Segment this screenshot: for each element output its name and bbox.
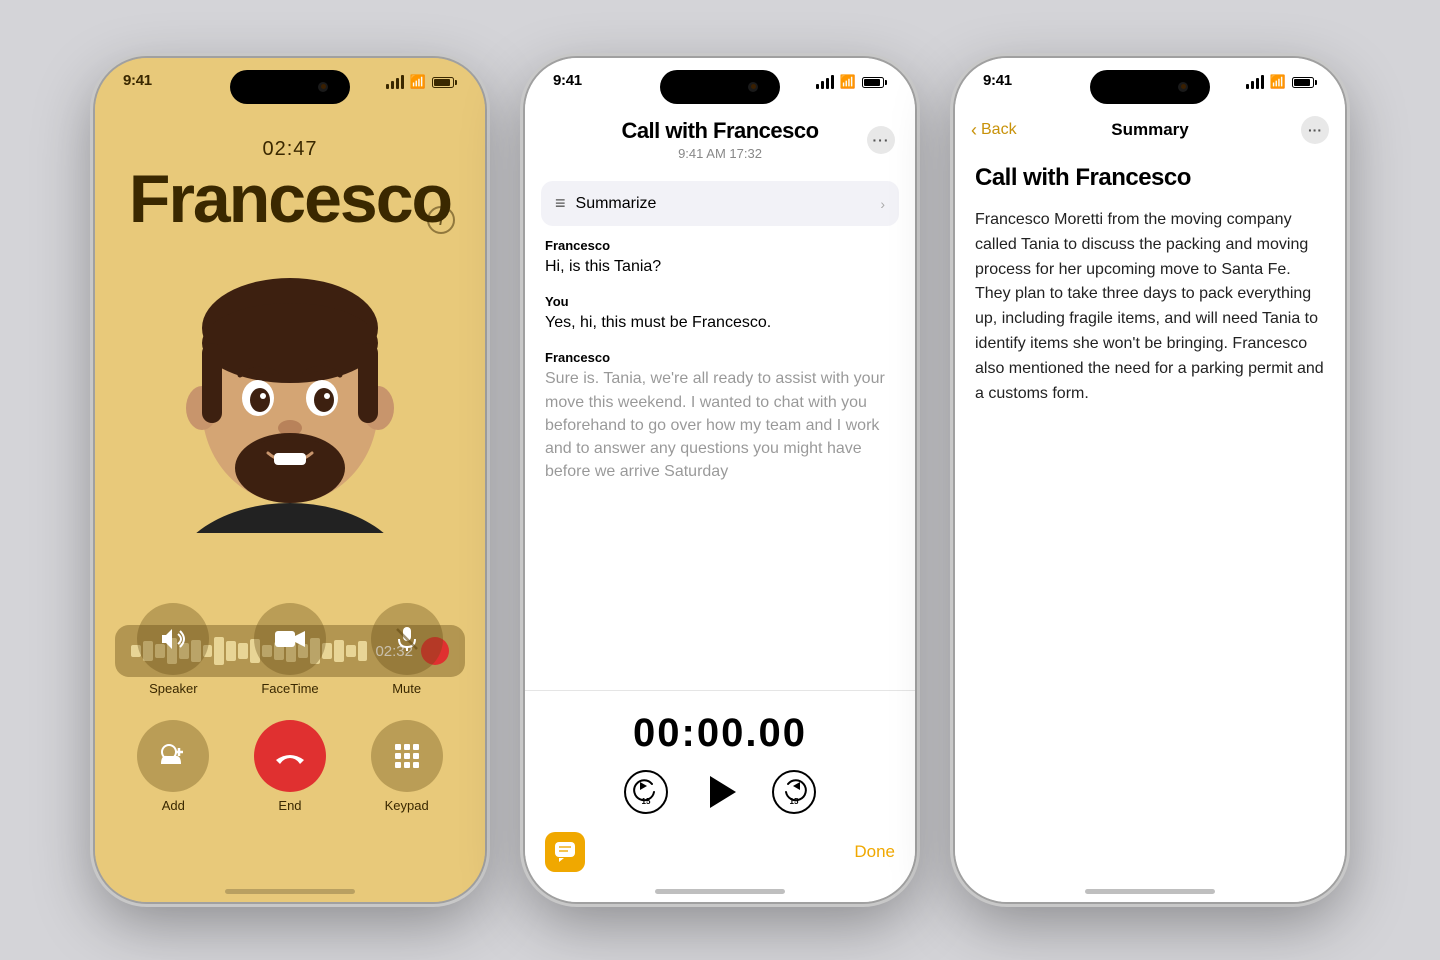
summary-more-button[interactable]: ··· — [1301, 116, 1329, 144]
transcript-title: Call with Francesco — [545, 118, 895, 144]
home-indicator-2 — [655, 889, 785, 894]
battery-3 — [1292, 77, 1317, 88]
transcript-subtitle: 9:41 AM 17:32 — [545, 146, 895, 161]
wifi-icon-2: 📶 — [840, 74, 856, 90]
add-label: Add — [162, 798, 185, 813]
home-indicator-3 — [1085, 889, 1215, 894]
facetime-icon[interactable] — [254, 603, 326, 675]
status-time-3: 9:41 — [983, 72, 1012, 89]
back-chevron-icon: ‹ — [971, 120, 977, 141]
speaker-label: Speaker — [149, 681, 197, 696]
camera-dot-2 — [748, 82, 758, 92]
back-button[interactable]: ‹ Back — [971, 120, 1017, 141]
message-block-0: Francesco Hi, is this Tania? — [545, 238, 895, 278]
summarize-label: Summarize — [576, 195, 871, 213]
message-block-2: Francesco Sure is. Tania, we're all read… — [545, 350, 895, 483]
signal-icon-2 — [816, 75, 834, 89]
wifi-icon-1: 📶 — [410, 74, 426, 90]
speaker-button[interactable]: Speaker — [137, 603, 209, 696]
status-time-1: 9:41 — [123, 72, 152, 89]
play-button[interactable] — [704, 776, 736, 808]
message-speaker-0: Francesco — [545, 238, 895, 253]
controls-row-1: Speaker FaceTime — [115, 603, 465, 696]
wifi-icon-3: 📶 — [1270, 74, 1286, 90]
message-speaker-1: You — [545, 294, 895, 309]
signal-icon-3 — [1246, 75, 1264, 89]
skip-forward-button[interactable]: 15 — [772, 770, 816, 814]
add-icon[interactable] — [137, 720, 209, 792]
done-button[interactable]: Done — [854, 842, 895, 862]
end-icon[interactable] — [254, 720, 326, 792]
playback-time: 00:00.00 — [633, 711, 807, 756]
call-name: Francesco — [129, 165, 451, 233]
phone-3-summary: 9:41 📶 ‹ Back Summary ··· Call with Fran… — [955, 58, 1345, 902]
dynamic-island-2 — [660, 70, 780, 104]
speaker-icon[interactable] — [137, 603, 209, 675]
call-screen: i 02:47 Francesco — [95, 58, 485, 902]
battery-1 — [432, 77, 457, 88]
transcript-screen: Call with Francesco 9:41 AM 17:32 ··· ≡ … — [525, 58, 915, 902]
end-label: End — [278, 798, 301, 813]
status-icons-1: 📶 — [386, 72, 457, 90]
status-icons-3: 📶 — [1246, 72, 1317, 90]
camera-dot-1 — [318, 82, 328, 92]
summary-title: Call with Francesco — [975, 164, 1325, 192]
playback-controls: 15 15 — [624, 770, 816, 814]
playback-area: 00:00.00 15 15 — [525, 690, 915, 824]
mute-icon[interactable] — [371, 603, 443, 675]
signal-icon-1 — [386, 75, 404, 89]
summary-nav-title: Summary — [1111, 120, 1188, 140]
end-button[interactable]: End — [254, 720, 326, 813]
summarize-chevron: › — [880, 196, 885, 212]
summary-content: Call with Francesco Francesco Moretti fr… — [955, 154, 1345, 416]
camera-dot-3 — [1178, 82, 1188, 92]
chat-icon-box[interactable] — [545, 832, 585, 872]
mute-label: Mute — [392, 681, 421, 696]
call-controls: Speaker FaceTime — [115, 603, 465, 837]
message-text-1: Yes, hi, this must be Francesco. — [545, 311, 895, 334]
summary-screen: ‹ Back Summary ··· Call with Francesco F… — [955, 58, 1345, 902]
info-icon[interactable]: i — [427, 206, 455, 234]
dynamic-island-3 — [1090, 70, 1210, 104]
phone-2-transcript: 9:41 📶 Call with Francesco 9:41 AM 17:32… — [525, 58, 915, 902]
call-timer: 02:47 — [262, 138, 317, 161]
summary-body: Francesco Moretti from the moving compan… — [975, 208, 1325, 406]
back-label: Back — [981, 121, 1017, 139]
message-block-1: You Yes, hi, this must be Francesco. — [545, 294, 895, 334]
keypad-label: Keypad — [385, 798, 429, 813]
keypad-icon[interactable] — [371, 720, 443, 792]
summarize-row[interactable]: ≡ Summarize › — [541, 181, 899, 226]
message-speaker-2: Francesco — [545, 350, 895, 365]
facetime-label: FaceTime — [261, 681, 318, 696]
more-options-button[interactable]: ··· — [867, 126, 895, 154]
battery-2 — [862, 77, 887, 88]
controls-row-2: Add End — [115, 720, 465, 813]
mute-button[interactable]: Mute — [371, 603, 443, 696]
facetime-button[interactable]: FaceTime — [254, 603, 326, 696]
status-icons-2: 📶 — [816, 72, 887, 90]
dynamic-island-1 — [230, 70, 350, 104]
transcript-messages: Francesco Hi, is this Tania? You Yes, hi… — [525, 238, 915, 690]
home-indicator-1 — [225, 889, 355, 894]
add-button[interactable]: Add — [137, 720, 209, 813]
message-text-0: Hi, is this Tania? — [545, 255, 895, 278]
status-time-2: 9:41 — [553, 72, 582, 89]
message-text-2: Sure is. Tania, we're all ready to assis… — [545, 367, 895, 483]
summarize-icon: ≡ — [555, 193, 566, 214]
skip-back-button[interactable]: 15 — [624, 770, 668, 814]
keypad-button[interactable]: Keypad — [371, 720, 443, 813]
memoji-avatar — [160, 243, 420, 533]
phone-1-call-screen: 9:41 📶 i 02:47 Francesco — [95, 58, 485, 902]
